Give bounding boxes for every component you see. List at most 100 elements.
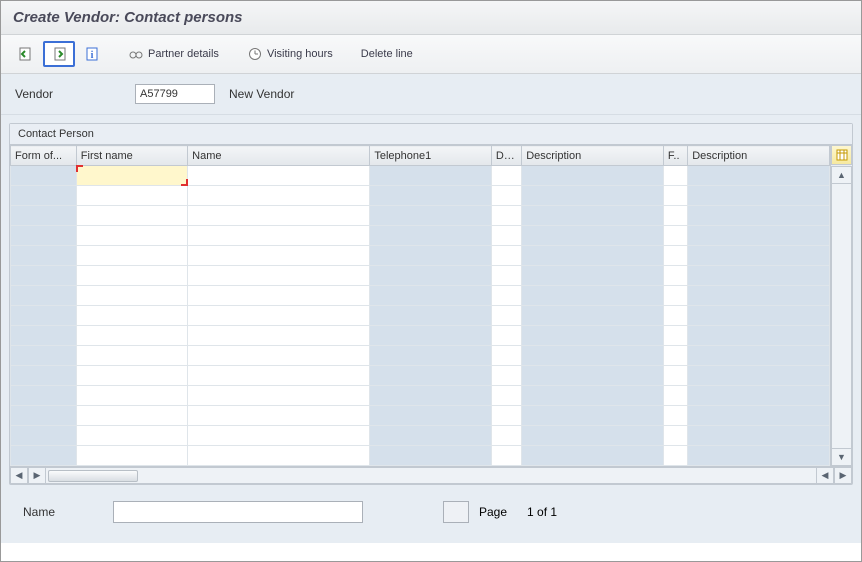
table-cell[interactable] [76,186,187,206]
table-cell[interactable] [370,286,491,306]
table-cell[interactable] [663,286,687,306]
table-cell[interactable] [688,266,830,286]
col-first-name[interactable]: First name [76,146,187,166]
table-cell[interactable] [663,346,687,366]
footer-name-input[interactable] [113,501,363,523]
table-cell[interactable] [188,326,370,346]
nav-prev-button[interactable] [11,42,41,66]
table-cell[interactable] [491,286,521,306]
table-cell[interactable] [188,246,370,266]
table-cell[interactable] [76,386,187,406]
table-cell[interactable] [11,366,77,386]
table-cell[interactable] [491,266,521,286]
table-cell[interactable] [76,286,187,306]
table-cell[interactable] [491,406,521,426]
table-cell[interactable] [688,226,830,246]
table-cell[interactable] [688,426,830,446]
table-cell[interactable] [76,366,187,386]
table-cell[interactable] [491,226,521,246]
table-row[interactable] [11,306,830,326]
info-button[interactable]: i [77,42,107,66]
table-cell[interactable] [522,226,664,246]
table-cell[interactable] [370,326,491,346]
table-cell[interactable] [491,306,521,326]
table-cell[interactable] [370,366,491,386]
table-cell[interactable] [522,406,664,426]
table-row[interactable] [11,266,830,286]
table-cell[interactable] [188,446,370,466]
table-cell[interactable] [522,286,664,306]
table-cell[interactable] [188,426,370,446]
table-cell[interactable] [688,326,830,346]
table-cell[interactable] [522,166,664,186]
partner-details-button[interactable]: Partner details [121,42,226,66]
table-cell[interactable] [11,186,77,206]
table-cell[interactable] [11,306,77,326]
scroll-left-button[interactable]: ◀ [10,467,28,484]
table-cell[interactable] [522,266,664,286]
table-cell[interactable] [491,426,521,446]
table-cell[interactable] [522,426,664,446]
table-row[interactable] [11,406,830,426]
table-cell[interactable] [11,246,77,266]
table-row[interactable] [11,186,830,206]
table-cell[interactable] [522,186,664,206]
table-config-button[interactable] [831,145,852,165]
table-row[interactable] [11,166,830,186]
table-cell[interactable] [522,366,664,386]
table-cell[interactable] [370,406,491,426]
table-cell[interactable] [11,326,77,346]
table-cell[interactable] [188,266,370,286]
table-cell[interactable] [522,446,664,466]
table-cell[interactable] [491,366,521,386]
table-row[interactable] [11,326,830,346]
table-cell[interactable] [663,246,687,266]
table-cell[interactable] [370,446,491,466]
table-cell[interactable] [11,226,77,246]
table-cell[interactable] [188,226,370,246]
table-cell[interactable] [370,346,491,366]
table-cell[interactable] [370,386,491,406]
table-cell[interactable] [688,186,830,206]
table-cell[interactable] [491,446,521,466]
table-cell[interactable] [370,186,491,206]
table-cell[interactable] [370,206,491,226]
table-cell[interactable] [76,206,187,226]
table-cell[interactable] [11,426,77,446]
table-cell[interactable] [11,346,77,366]
table-cell[interactable] [491,326,521,346]
scroll-right-button[interactable]: ▶ [834,467,852,484]
table-cell[interactable] [688,286,830,306]
vendor-code-input[interactable] [135,84,215,104]
table-cell[interactable] [11,166,77,186]
table-cell[interactable] [663,446,687,466]
col-de[interactable]: De... [491,146,521,166]
col-name[interactable]: Name [188,146,370,166]
table-row[interactable] [11,246,830,266]
table-cell[interactable] [688,306,830,326]
table-cell[interactable] [11,266,77,286]
table-cell[interactable] [11,206,77,226]
scroll-down-button[interactable]: ▼ [831,448,852,466]
table-cell[interactable] [663,406,687,426]
table-cell[interactable] [688,166,830,186]
table-cell[interactable] [663,426,687,446]
table-cell[interactable] [76,406,187,426]
table-cell[interactable] [688,346,830,366]
table-cell[interactable] [188,206,370,226]
table-cell[interactable] [76,246,187,266]
table-cell[interactable] [370,426,491,446]
table-cell[interactable] [11,286,77,306]
table-row[interactable] [11,346,830,366]
table-row[interactable] [11,386,830,406]
table-cell[interactable] [76,326,187,346]
table-cell[interactable] [188,386,370,406]
table-cell[interactable] [522,306,664,326]
table-cell[interactable] [491,346,521,366]
table-cell[interactable] [688,366,830,386]
table-cell[interactable] [491,166,521,186]
scroll-right-inner-button[interactable]: ▶ [28,467,46,484]
table-row[interactable] [11,426,830,446]
table-cell[interactable] [688,386,830,406]
vscroll-track[interactable] [831,184,852,448]
